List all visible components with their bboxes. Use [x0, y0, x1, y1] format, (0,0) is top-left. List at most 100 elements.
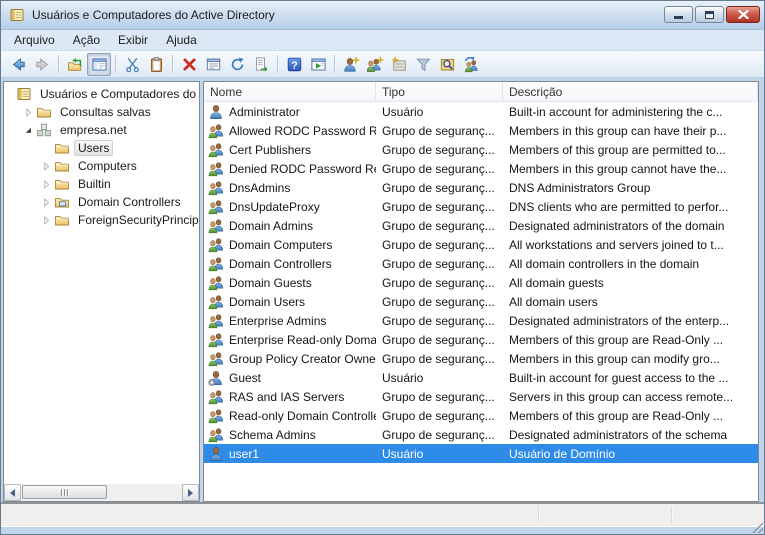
forward-button[interactable] — [30, 53, 54, 76]
delete-button[interactable] — [177, 53, 201, 76]
cell-description: DNS Administrators Group — [509, 180, 651, 195]
cell-type: Grupo de seguranç... — [382, 427, 495, 442]
list-rows: Administrator Usuário Built-in account for… — [204, 102, 758, 501]
app-icon — [9, 7, 25, 23]
console-icon — [16, 86, 32, 102]
up-level-icon — [67, 56, 84, 73]
cell-name: DnsAdmins — [204, 180, 376, 196]
new-ou-icon — [391, 56, 408, 73]
list-row-dnsupdateproxy[interactable]: DnsUpdateProxy Grupo de seguranç... DNS cl… — [204, 197, 758, 216]
list-row-domain-computers[interactable]: Domain Computers Grupo de seguranç... All … — [204, 235, 758, 254]
folder-icon — [54, 212, 70, 228]
tree-item-usuarios-e-computadores-do-ac[interactable]: Usuários e Computadores do Ac — [4, 85, 199, 103]
column-header-label: Descrição — [509, 84, 563, 99]
refresh-button[interactable] — [225, 53, 249, 76]
row-name: Read-only Domain Controllers — [229, 408, 376, 423]
export-list-button[interactable] — [249, 53, 273, 76]
back-button[interactable] — [6, 53, 30, 76]
row-name: user1 — [229, 446, 260, 461]
list-row-user1[interactable]: user1 Usuário Usuário de Domínio — [204, 444, 758, 463]
list-row-dnsadmins[interactable]: DnsAdmins Grupo de seguranç... DNS Adminis… — [204, 178, 758, 197]
list-row-schema-admins[interactable]: Schema Admins Grupo de seguranç... Designa… — [204, 425, 758, 444]
cell-name: Allowed RODC Password Re... — [204, 123, 376, 139]
column-header-descricao[interactable]: Descrição — [503, 82, 758, 101]
cell-name: Group Policy Creator Owners — [204, 351, 376, 367]
list-row-domain-guests[interactable]: Domain Guests Grupo de seguranç... All dom… — [204, 273, 758, 292]
row-name: DnsAdmins — [229, 180, 291, 195]
expander-collapsed-icon[interactable] — [38, 158, 54, 174]
horizontal-scrollbar[interactable] — [4, 484, 199, 501]
scrollbar-thumb[interactable] — [22, 485, 107, 499]
tree-item-foreignsecurityprincipals[interactable]: ForeignSecurityPrincipals — [4, 211, 199, 229]
tree-item-label: empresa.net — [60, 123, 127, 137]
menu-acao[interactable]: Ação — [64, 31, 109, 49]
cell-type: Grupo de seguranç... — [382, 351, 495, 366]
list-row-denied-rodc-password-repl[interactable]: Denied RODC Password Repl... Grupo de seg… — [204, 159, 758, 178]
list-row-administrator[interactable]: Administrator Usuário Built-in account for… — [204, 102, 758, 121]
paste-button[interactable] — [144, 53, 168, 76]
user-icon — [208, 104, 224, 120]
tree-item-label: ForeignSecurityPrincipals — [78, 213, 199, 227]
tree-item-domain-controllers[interactable]: Domain Controllers — [4, 193, 199, 211]
tree-item-builtin[interactable]: Builtin — [4, 175, 199, 193]
list-row-domain-admins[interactable]: Domain Admins Grupo de seguranç... Designa… — [204, 216, 758, 235]
menu-ajuda[interactable]: Ajuda — [157, 31, 206, 49]
new-ou-button[interactable] — [387, 53, 411, 76]
tree-item-users[interactable]: Users — [4, 139, 199, 157]
group-icon — [208, 142, 224, 158]
tree-item-consultas-salvas[interactable]: Consultas salvas — [4, 103, 199, 121]
list-row-domain-users[interactable]: Domain Users Grupo de seguranç... All doma… — [204, 292, 758, 311]
close-button[interactable] — [726, 6, 760, 23]
title-bar[interactable]: Usuários e Computadores do Active Direct… — [1, 1, 764, 30]
list-row-enterprise-admins[interactable]: Enterprise Admins Grupo de seguranç... Des… — [204, 311, 758, 330]
list-row-ras-and-ias-servers[interactable]: RAS and IAS Servers Grupo de seguranç... S… — [204, 387, 758, 406]
expander-collapsed-icon[interactable] — [38, 194, 54, 210]
toolbar — [1, 51, 764, 78]
filter-button[interactable] — [411, 53, 435, 76]
find-button[interactable] — [435, 53, 459, 76]
scroll-left-button[interactable] — [4, 484, 21, 501]
minimize-button[interactable] — [664, 6, 693, 23]
console-tree-button[interactable] — [87, 52, 111, 76]
list-row-enterprise-read-only-domai[interactable]: Enterprise Read-only Domai... Grupo de se… — [204, 330, 758, 349]
list-row-guest[interactable]: Guest Usuário Built-in account for guest a… — [204, 368, 758, 387]
new-user-button[interactable] — [339, 53, 363, 76]
list-row-group-policy-creator-owners[interactable]: Group Policy Creator Owners Grupo de segu… — [204, 349, 758, 368]
list-row-cert-publishers[interactable]: Cert Publishers Grupo de seguranç... Membe… — [204, 140, 758, 159]
up-level-button[interactable] — [63, 53, 87, 76]
column-header-tipo[interactable]: Tipo — [376, 82, 503, 101]
paste-icon — [148, 56, 165, 73]
list-row-domain-controllers[interactable]: Domain Controllers Grupo de seguranç... Al… — [204, 254, 758, 273]
new-group-button[interactable] — [363, 53, 387, 76]
properties-button[interactable] — [201, 53, 225, 76]
tree-item-computers[interactable]: Computers — [4, 157, 199, 175]
expander-collapsed-icon[interactable] — [38, 176, 54, 192]
maximize-button[interactable] — [695, 6, 724, 23]
group-icon — [208, 180, 224, 196]
cell-description: Built-in account for guest access to the… — [509, 370, 729, 385]
cut-button[interactable] — [120, 53, 144, 76]
find-icon — [439, 56, 456, 73]
list-row-read-only-domain-controllers[interactable]: Read-only Domain Controllers Grupo de seg… — [204, 406, 758, 425]
expander-collapsed-icon[interactable] — [38, 212, 54, 228]
scrollbar-track[interactable] — [21, 484, 182, 501]
change-user-button[interactable] — [459, 53, 483, 76]
expander-collapsed-icon[interactable] — [20, 104, 36, 120]
help-button[interactable] — [282, 53, 306, 76]
menu-exibir[interactable]: Exibir — [109, 31, 157, 49]
new-window-icon — [310, 56, 327, 73]
cell-description: Designated administrators of the schema — [509, 427, 728, 442]
group-icon — [208, 123, 224, 139]
menu-arquivo[interactable]: Arquivo — [5, 31, 64, 49]
new-window-button[interactable] — [306, 53, 330, 76]
scroll-right-button[interactable] — [182, 484, 199, 501]
cell-description: Members in this group can modify gro... — [509, 351, 720, 366]
column-header-nome[interactable]: Nome — [204, 82, 376, 101]
group-icon — [208, 161, 224, 177]
expander-expanded-icon[interactable] — [20, 122, 36, 138]
row-name: DnsUpdateProxy — [229, 199, 320, 214]
tree-item-empresa-net[interactable]: empresa.net — [4, 121, 199, 139]
cell-type: Grupo de seguranç... — [382, 218, 495, 233]
statusbar-separator — [671, 507, 672, 523]
list-row-allowed-rodc-password-re[interactable]: Allowed RODC Password Re... Grupo de segu… — [204, 121, 758, 140]
